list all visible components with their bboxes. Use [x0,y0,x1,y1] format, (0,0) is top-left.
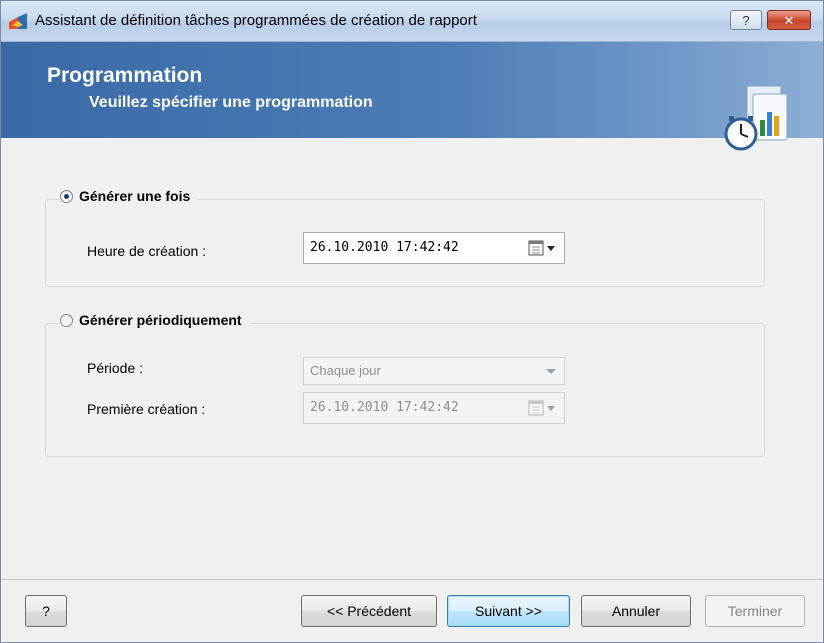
help-button[interactable]: ? [25,595,67,627]
first-creation-value: 26.10.2010 17:42:42 [310,400,459,415]
app-icon [9,13,27,29]
titlebar-help-button[interactable]: ? [730,10,762,30]
page-subtitle: Veuillez spécifier une programmation [89,94,373,111]
generate-periodic-label: Générer périodiquement [79,312,242,328]
generate-once-option[interactable]: Générer une fois [60,188,199,204]
generate-periodic-radio[interactable] [60,313,73,327]
calendar-dropdown-icon[interactable] [528,240,558,256]
title-bar[interactable]: Assistant de définition tâches programmé… [1,1,823,42]
wizard-window: Assistant de définition tâches programmé… [0,0,824,643]
creation-time-label: Heure de création : [87,243,207,259]
period-value: Chaque jour [310,363,381,378]
report-schedule-icon [724,85,788,151]
close-button[interactable]: ✕ [767,10,811,30]
page-title: Programmation [47,64,203,87]
header-banner: Programmation Veuillez spécifier une pro… [1,42,823,151]
first-creation-field[interactable]: 26.10.2010 17:42:42 [303,392,565,424]
generate-once-group: Générer une fois Heure de création : 26.… [45,188,765,287]
creation-time-value: 26.10.2010 17:42:42 [310,240,459,255]
window-title: Assistant de définition tâches programmé… [35,12,477,29]
previous-button[interactable]: << Précédent [301,595,437,627]
calendar-dropdown-icon[interactable] [528,400,558,416]
period-label: Période : [87,360,144,376]
chevron-down-icon [546,369,556,374]
generate-periodic-group: Générer périodiquement Période : Chaque … [45,312,765,457]
first-creation-label: Première création : [87,401,206,417]
footer-divider [1,579,823,580]
finish-button[interactable]: Terminer [705,595,805,627]
generate-once-radio[interactable] [60,189,73,203]
creation-time-field[interactable]: 26.10.2010 17:42:42 [303,232,565,264]
period-select[interactable]: Chaque jour [303,357,565,385]
generate-once-label: Générer une fois [79,188,191,204]
generate-periodic-option[interactable]: Générer périodiquement [60,312,250,328]
next-button[interactable]: Suivant >> [447,595,570,627]
cancel-button[interactable]: Annuler [581,595,691,627]
